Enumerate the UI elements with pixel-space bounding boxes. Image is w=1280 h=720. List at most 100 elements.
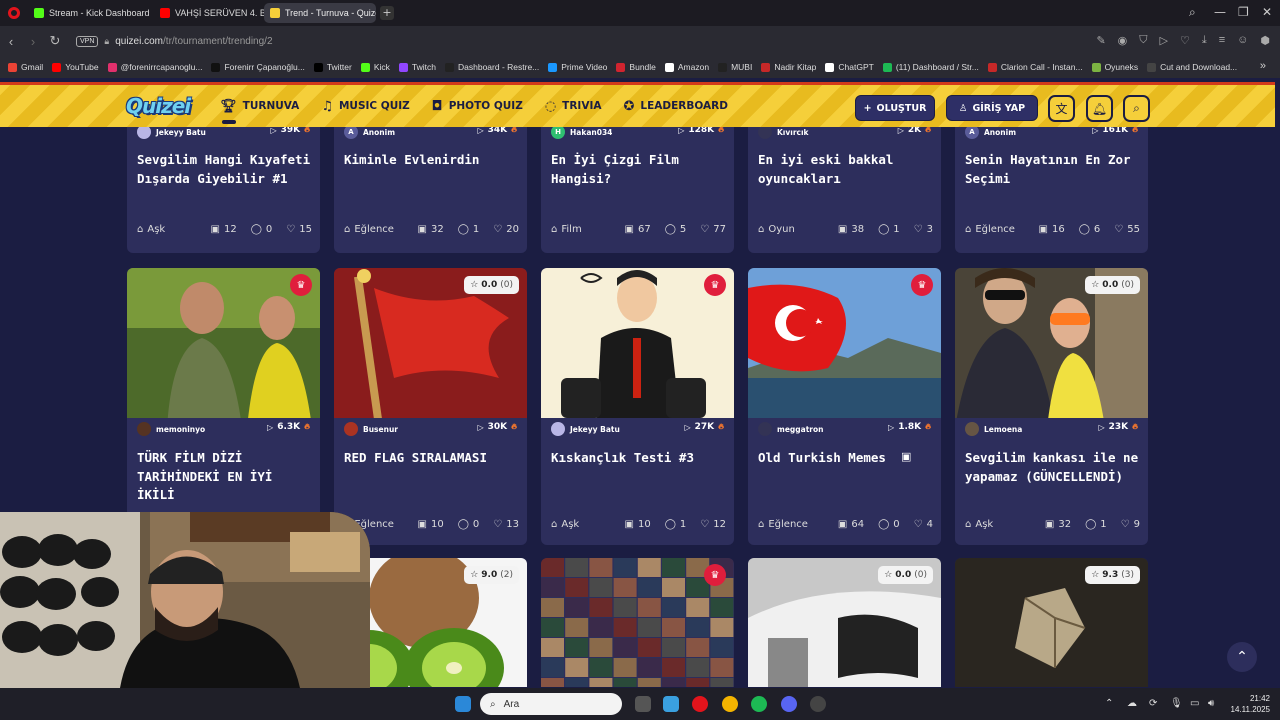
likes-stat[interactable]: ♡ 55 bbox=[1114, 224, 1140, 235]
bookmarks-more-icon[interactable]: » bbox=[1260, 60, 1266, 72]
bookmark-item[interactable]: Kick bbox=[360, 62, 390, 72]
reload-icon[interactable]: ↻ bbox=[44, 33, 66, 49]
quiz-card[interactable]: ♛ meggatron ▷ 1.8K 🔥︎ Old Turkish Memes ▣ ⌂ Eğl… bbox=[748, 268, 941, 545]
bookmark-item[interactable]: Dashboard - Restre... bbox=[445, 62, 539, 72]
creator[interactable]: Busenur bbox=[344, 422, 398, 436]
cloud-icon[interactable]: ☁ bbox=[1127, 698, 1137, 709]
profile-icon[interactable]: ☺ bbox=[1237, 34, 1248, 47]
likes-stat[interactable]: ♡ 20 bbox=[493, 224, 519, 235]
bookmark-item[interactable]: Nadir Kitap bbox=[761, 62, 816, 72]
card-title[interactable]: En İyi Çizgi Film Hangisi? bbox=[551, 151, 726, 188]
category-tag[interactable]: ⌂Eğlence bbox=[344, 224, 418, 235]
likes-stat[interactable]: ♡ 77 bbox=[700, 224, 726, 235]
bookmark-item[interactable]: Twitch bbox=[398, 62, 436, 72]
category-tag[interactable]: ⌂ Aşk bbox=[965, 519, 1045, 530]
opera-logo-icon[interactable] bbox=[8, 7, 20, 19]
close-window-icon[interactable]: ✕ bbox=[1262, 5, 1272, 19]
likes-stat[interactable]: ♡ 9 bbox=[1121, 519, 1140, 530]
quiz-card[interactable]: ♛ memoninyo ▷ 6.3K 🔥︎ TÜRK FİLM DİZİ TARİHİND… bbox=[127, 268, 320, 545]
card-title[interactable]: Sevgilim Hangi Kıyafeti Dışarda Giyebili… bbox=[137, 151, 312, 188]
card-title[interactable]: Senin Hayatının En Zor Seçimi bbox=[965, 151, 1140, 188]
creator[interactable]: H Hakan034 bbox=[551, 127, 612, 139]
card-title[interactable]: TÜRK FİLM DİZİ TARİHİNDEKİ EN İYİ İKİLİ bbox=[137, 449, 312, 505]
nav-trivia[interactable]: ◌ TRIVIA bbox=[545, 99, 602, 114]
tab-quizei-trend[interactable]: Trend - Turnuva - Quizei ✕ bbox=[264, 3, 376, 23]
creator[interactable]: Jekeyy Batu bbox=[551, 422, 620, 436]
spotify-icon[interactable] bbox=[751, 696, 767, 712]
card-title[interactable]: RED FLAG SIRALAMASI bbox=[344, 449, 519, 468]
minimize-icon[interactable]: — bbox=[1214, 5, 1226, 19]
edit-icon[interactable]: ✎ bbox=[1096, 34, 1105, 47]
likes-stat[interactable]: ♡ 13 bbox=[493, 519, 519, 530]
bookmark-item[interactable]: Oyuneks bbox=[1091, 62, 1138, 72]
card-title[interactable]: Kıskançlık Testi #3 bbox=[551, 449, 726, 468]
quiz-card[interactable]: ♛ Jekeyy Batu ▷ 27K 🔥︎ Kıskançlık Testi #3 ⌂ Aş… bbox=[541, 268, 734, 545]
bookmark-item[interactable]: YouTube bbox=[52, 62, 99, 72]
shield-icon[interactable]: ⛉ bbox=[1139, 34, 1147, 47]
opera-taskbar-icon[interactable] bbox=[692, 696, 708, 712]
windows-start-icon[interactable] bbox=[455, 696, 471, 712]
back-icon[interactable]: ‹ bbox=[0, 34, 22, 49]
creator[interactable]: Kıvırcık bbox=[758, 127, 809, 139]
bookmark-item[interactable]: Clarion Call - Instan... bbox=[987, 62, 1083, 72]
heart-icon[interactable]: ♡ bbox=[1180, 34, 1190, 47]
category-tag[interactable]: ⌂Eğlence bbox=[965, 224, 1039, 235]
bookmark-item[interactable]: Bundle bbox=[616, 62, 656, 72]
tab-vahsi-seruven[interactable]: VAHŞİ SERÜVEN 4. BÖLÜM bbox=[154, 3, 264, 23]
card-title[interactable]: En iyi eski bakkal oyuncakları bbox=[758, 151, 933, 188]
create-button[interactable]: + OLUŞTUR bbox=[855, 95, 935, 121]
bookmark-item[interactable]: Forenirr Çapanoğlu... bbox=[211, 62, 305, 72]
login-button[interactable]: ♙ GİRİŞ YAP bbox=[946, 95, 1038, 121]
sync-icon[interactable]: ⟳ bbox=[1149, 698, 1157, 709]
quiz-card[interactable]: ♛ bbox=[541, 558, 734, 687]
likes-stat[interactable]: ♡ 15 bbox=[286, 224, 312, 235]
creator[interactable]: A Anonim bbox=[965, 127, 1016, 139]
category-tag[interactable]: ⌂Eğlence bbox=[758, 519, 838, 530]
camera-icon[interactable]: ◉ bbox=[1118, 34, 1128, 47]
mic-icon[interactable]: 🎙︎ bbox=[1170, 698, 1183, 709]
tray-chevron-icon[interactable]: ⌃ bbox=[1105, 698, 1113, 709]
menu-icon[interactable]: ≡ bbox=[1219, 34, 1225, 47]
nav-turnuva[interactable]: 🏆︎ TURNUVA bbox=[220, 99, 299, 124]
card-title[interactable]: Kiminle Evlenirdin bbox=[344, 151, 519, 170]
quiz-card[interactable]: ☆0.0(0)Busenur▷30K🔥︎RED FLAG SIRALAMASI⌂… bbox=[334, 268, 527, 545]
extensions-icon[interactable]: ⬢ bbox=[1260, 34, 1270, 47]
quizei-logo[interactable]: Quizei bbox=[126, 94, 191, 118]
notifications-button[interactable]: 🔔︎ bbox=[1086, 95, 1113, 122]
likes-stat[interactable]: ♡ 4 bbox=[914, 519, 933, 530]
chrome-icon[interactable] bbox=[722, 696, 738, 712]
scroll-to-top-button[interactable]: ⌃ bbox=[1227, 642, 1257, 672]
nav-music-quiz[interactable]: ♫ MUSIC QUIZ bbox=[321, 99, 409, 114]
url-field[interactable]: quizei.com/tr/tournament/trending/2 bbox=[115, 36, 272, 47]
quiz-card[interactable]: Jekeyy Batu ▷ 39K 🔥︎ Sevgilim Hangi Kıyafeti… bbox=[127, 127, 320, 253]
category-tag[interactable]: ⌂ Oyun bbox=[758, 224, 838, 235]
bookmark-item[interactable]: ChatGPT bbox=[825, 62, 874, 72]
new-tab-button[interactable]: + bbox=[380, 6, 394, 20]
bookmark-item[interactable]: Gmail bbox=[8, 62, 43, 72]
creator[interactable]: A Anonim bbox=[344, 127, 395, 139]
category-tag[interactable]: ⌂ Aşk bbox=[551, 519, 625, 530]
lock-icon[interactable]: 🔒︎ bbox=[104, 36, 109, 47]
bookmark-item[interactable]: Cut and Download... bbox=[1147, 62, 1237, 72]
forward-icon[interactable]: › bbox=[22, 34, 44, 49]
creator[interactable]: memoninyo bbox=[137, 422, 205, 436]
tab-kick-dashboard[interactable]: Stream - Kick Dashboard bbox=[28, 3, 154, 23]
likes-stat[interactable]: ♡ 12 bbox=[700, 519, 726, 530]
vpn-badge[interactable]: VPN bbox=[76, 35, 99, 47]
category-tag[interactable]: ⌂ Film bbox=[551, 224, 625, 235]
quiz-card[interactable]: ☆ 0.0 (0) Lemoena ▷ 23K 🔥︎ Sevgilim kankası ile… bbox=[955, 268, 1148, 545]
nav-photo-quiz[interactable]: ◘ PHOTO QUIZ bbox=[432, 99, 523, 114]
quiz-card[interactable]: ☆ 0.0 (0) bbox=[748, 558, 941, 687]
bookmark-item[interactable]: MUBI bbox=[718, 62, 752, 72]
task-view-icon[interactable] bbox=[635, 696, 651, 712]
likes-stat[interactable]: ♡ 3 bbox=[914, 224, 933, 235]
quiz-card[interactable]: ☆ 9.3 (3) bbox=[955, 558, 1148, 687]
download-icon[interactable]: ⤓ bbox=[1202, 34, 1207, 47]
bookmark-item[interactable]: Twitter bbox=[313, 62, 352, 72]
volume-icon[interactable]: 🔊︎ bbox=[1208, 698, 1214, 709]
quiz-card[interactable]: H Hakan034 ▷ 128K 🔥︎ En İyi Çizgi Film Hangis… bbox=[541, 127, 734, 253]
quiz-card[interactable]: A Anonim ▷ 161K 🔥︎ Senin Hayatının En Zor Seç… bbox=[955, 127, 1148, 253]
nav-leaderboard[interactable]: ✪ LEADERBOARD bbox=[624, 99, 728, 114]
bookmark-item[interactable]: Prime Video bbox=[548, 62, 607, 72]
language-button[interactable]: 文 bbox=[1048, 95, 1075, 122]
